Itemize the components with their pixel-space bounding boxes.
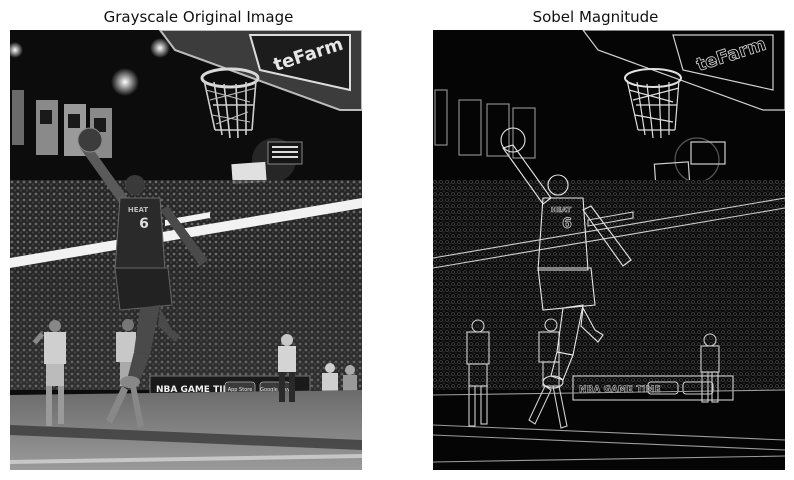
- edge-jersey-number: 6: [562, 216, 572, 232]
- edge-upper-crowd: [433, 180, 785, 270]
- edge-lower-crowd: [433, 270, 785, 390]
- edge-ad-board-text: NBA GAME TIME: [579, 385, 661, 395]
- grayscale-image: teFarm NBA GAME TIME App Store Google Pl…: [10, 30, 362, 470]
- jersey-number: 6: [139, 216, 149, 232]
- edge-jersey-text: HEAT: [551, 206, 572, 214]
- grayscale-photo-svg: teFarm NBA GAME TIME App Store Google Pl…: [10, 30, 362, 470]
- right-panel-title: Sobel Magnitude: [532, 8, 659, 26]
- left-panel-title: Grayscale Original Image: [103, 8, 294, 26]
- sobel-magnitude-image: teFarm HEAT 6 NBA GAME TIME: [433, 30, 785, 470]
- right-panel: Sobel Magnitude teFarm HEAT 6 NBA GAME T…: [397, 0, 794, 480]
- arena-light: [150, 38, 170, 58]
- jersey-text: HEAT: [128, 206, 149, 214]
- left-panel: Grayscale Original Image teFarm NBA GAME…: [0, 0, 397, 480]
- sobel-edge-svg: teFarm HEAT 6 NBA GAME TIME: [433, 30, 785, 470]
- arena-light: [111, 68, 139, 96]
